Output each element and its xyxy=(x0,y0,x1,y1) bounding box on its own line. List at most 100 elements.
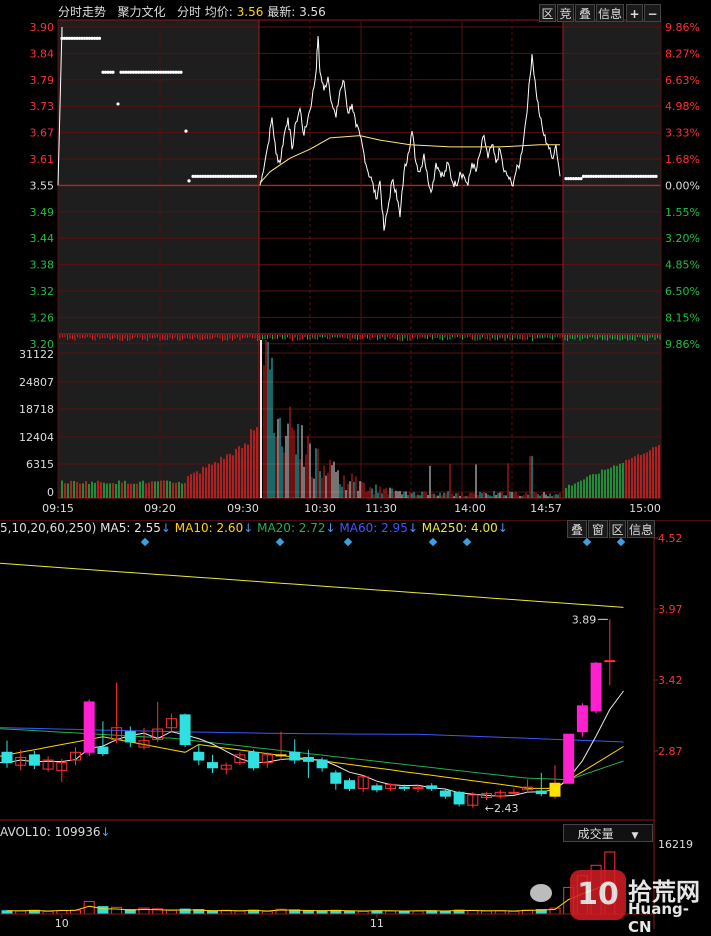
event-marker-icon xyxy=(275,537,285,547)
latest-price-value: 3.56 xyxy=(299,5,326,19)
intraday-mode: 分时 xyxy=(176,5,201,19)
ma-legend: 5,10,20,60,250) MA5: 2.55↓ MA10: 2.60↓ M… xyxy=(0,521,508,535)
volume-axis-label: 12404 xyxy=(19,431,54,444)
event-marker-icon xyxy=(462,537,472,547)
auction-button[interactable]: 竞 xyxy=(557,4,574,22)
event-marker-icon xyxy=(140,537,150,547)
percent-axis-label: 6.50% xyxy=(665,285,700,298)
candle-body xyxy=(124,731,136,743)
percent-axis-label: 4.98% xyxy=(665,100,700,113)
price-axis-label: 3.32 xyxy=(30,285,55,298)
volume-axis-label: 6315 xyxy=(26,458,54,471)
price-axis-label: 3.44 xyxy=(30,232,55,245)
chevron-down-icon: ▼ xyxy=(631,831,639,841)
auction-price-dot xyxy=(179,70,183,74)
price-axis-label: 3.26 xyxy=(30,311,55,324)
zoom-in-icon[interactable]: + xyxy=(626,4,643,22)
overlay-button[interactable]: 叠 xyxy=(575,4,595,22)
stock-name: 聚力文化 xyxy=(117,5,166,19)
event-marker-icon xyxy=(616,537,626,547)
percent-axis-label: 4.85% xyxy=(665,259,700,272)
candle-body xyxy=(344,780,355,789)
candle-body xyxy=(302,756,314,762)
ma20-label: MA20: 2.72 xyxy=(257,521,326,535)
price-axis-label: 3.79 xyxy=(30,74,55,87)
candle-body xyxy=(330,772,342,784)
time-axis-label: 09:30 xyxy=(227,502,259,515)
avg-price-label: 均价: xyxy=(204,5,233,19)
candle-body xyxy=(439,790,451,797)
candle-body xyxy=(371,785,383,791)
candle-body xyxy=(508,791,520,794)
ma10-label: MA10: 2.60 xyxy=(174,521,244,535)
percent-axis-label: 3.20% xyxy=(665,232,700,245)
auction-price-dot xyxy=(184,129,188,133)
auction-price-dot xyxy=(187,179,191,183)
kline-price-label: 4.52 xyxy=(658,532,683,545)
intraday-header: 分时走势 聚力文化 分时 均价: 3.56 最新: 3.56 xyxy=(58,4,326,20)
avg-price-value: 3.56 xyxy=(236,5,264,19)
info-button[interactable]: 信息 xyxy=(596,4,624,22)
avol-label: AVOL10: 109936 xyxy=(0,825,101,839)
kline-info-button[interactable]: 信息 xyxy=(627,520,655,538)
time-axis-label: 14:57 xyxy=(530,502,562,515)
volume-legend: AVOL10: 109936↓ xyxy=(0,825,111,839)
ma60-label: MA60: 2.95 xyxy=(339,521,408,535)
auction-price-dot xyxy=(253,174,258,178)
percent-axis-label: 1.68% xyxy=(665,153,700,166)
price-axis-label: 3.67 xyxy=(30,127,55,140)
event-marker-icon xyxy=(343,537,353,547)
zoom-out-icon[interactable]: − xyxy=(644,4,661,22)
percent-axis-label: 3.33% xyxy=(665,127,700,140)
kline-price-label: 3.97 xyxy=(658,603,683,616)
price-axis-label: 3.84 xyxy=(30,47,55,60)
auction-price-dot xyxy=(111,70,115,74)
candle-body xyxy=(1,751,13,764)
price-axis-label: 3.55 xyxy=(30,179,55,192)
percent-axis-label: 8.15% xyxy=(665,311,700,324)
ma5-label: MA5: 2.55 xyxy=(100,521,161,535)
time-axis-label: 09:15 xyxy=(42,502,74,515)
candle-body xyxy=(193,751,205,761)
date-label: 10 xyxy=(55,917,69,929)
watermark-domain: Huang-CN xyxy=(628,900,689,936)
event-marker-icon xyxy=(428,537,438,547)
auction-price-dot xyxy=(97,36,102,40)
price-axis-label: 3.73 xyxy=(30,100,55,113)
candle-body xyxy=(289,751,301,761)
volume-axis-label: 24807 xyxy=(19,376,54,389)
kline-price-label: 2.87 xyxy=(658,745,683,758)
percent-axis-label: 6.63% xyxy=(665,74,700,87)
percent-axis-label: 0.00% xyxy=(665,179,700,192)
percent-axis-label: 9.86% xyxy=(665,21,700,34)
low-price-mark: ←2.43 xyxy=(485,802,519,815)
date-label: 11 xyxy=(370,917,384,929)
volume-axis-label: 31122 xyxy=(19,348,54,361)
candle-body xyxy=(207,762,218,769)
volume-axis-label: 16219 xyxy=(658,838,693,851)
auction-shade xyxy=(58,20,259,498)
volume-dropdown[interactable]: 成交量 ▼ xyxy=(563,824,653,842)
kline-range-button[interactable]: 区 xyxy=(609,520,626,538)
candle-body xyxy=(275,754,287,757)
price-axis-label: 3.38 xyxy=(30,259,55,272)
candle-body xyxy=(179,714,191,746)
intraday-chart[interactable]: 3.90 3.84 3.79 3.73 3.67 3.61 3.55 3.49 3.44 3.38… xyxy=(0,0,711,520)
time-axis-label: 14:00 xyxy=(454,502,486,515)
candle-body xyxy=(316,759,328,769)
auction-price-dot xyxy=(116,102,120,106)
candle-body xyxy=(426,785,438,789)
stock-chart-app: 3.90 3.84 3.79 3.73 3.67 3.61 3.55 3.49 3.44 3.38… xyxy=(0,0,711,936)
ma-params: 5,10,20,60,250) xyxy=(0,521,97,535)
kline-price-label: 3.42 xyxy=(658,674,683,687)
auction-price-dot xyxy=(654,174,658,178)
watermark: 10 拾荒网 Huang-CN xyxy=(520,860,700,936)
range-button[interactable]: 区 xyxy=(539,4,556,22)
kline-window-button[interactable]: 窗 xyxy=(588,520,608,538)
intraday-title: 分时走势 xyxy=(58,5,107,19)
kline-overlay-button[interactable]: 叠 xyxy=(567,520,587,538)
volume-axis-label: 0 xyxy=(47,486,54,499)
ma250-label: MA250: 4.00 xyxy=(421,521,498,535)
volume-axis-label: 18718 xyxy=(19,403,54,416)
candle-body xyxy=(535,790,547,795)
